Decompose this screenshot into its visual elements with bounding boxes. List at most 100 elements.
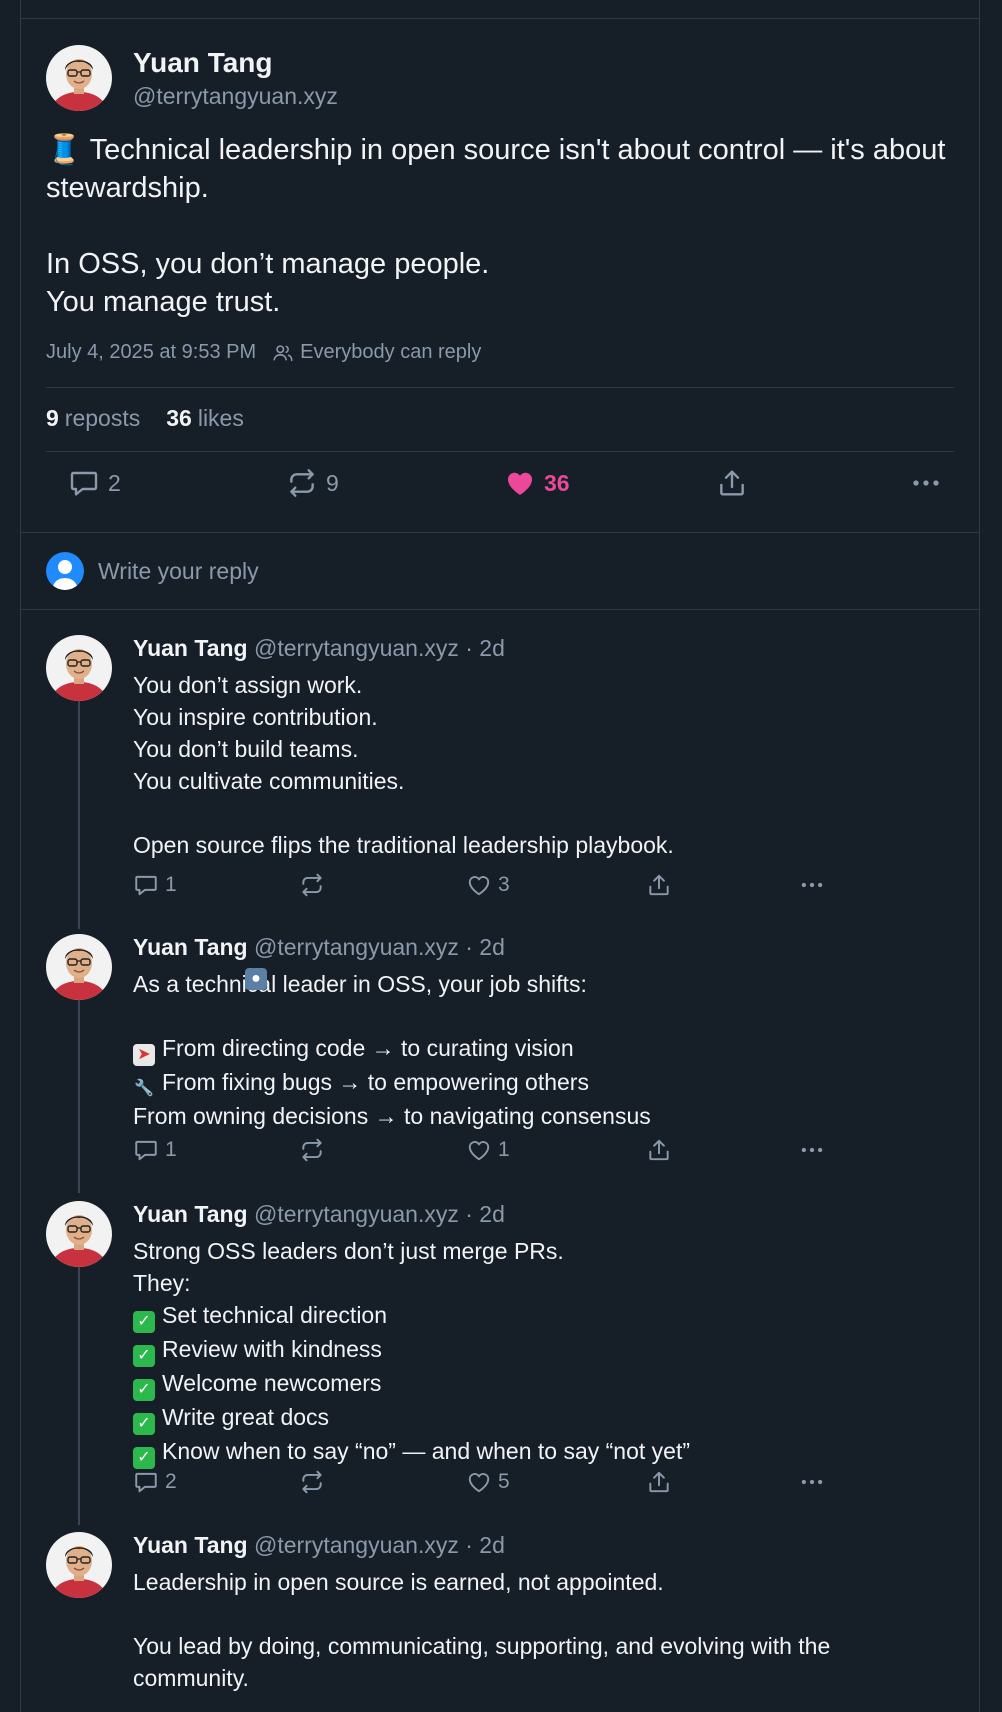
reply-text-line: ✓ Know when to say “no” — and when to say…	[133, 1435, 953, 1469]
reply-text-line: ✓ Write great docs	[133, 1401, 953, 1435]
share-icon	[716, 467, 748, 499]
more-options-button[interactable]	[798, 872, 826, 898]
reply-button[interactable]: 1	[133, 872, 177, 898]
reply-button[interactable]: 1	[133, 1137, 177, 1163]
avatar[interactable]	[46, 934, 112, 1000]
post-actions: 2 9 36	[46, 467, 954, 511]
repost-count: 9	[326, 469, 339, 496]
like-count: 5	[498, 1470, 510, 1493]
share-button[interactable]	[646, 1469, 672, 1495]
avatar[interactable]	[46, 1532, 112, 1598]
reply-text-line: Strong OSS leaders don’t just merge PRs.	[133, 1238, 564, 1264]
avatar[interactable]	[46, 45, 112, 111]
thread-line	[78, 1255, 80, 1525]
reply-count: 2	[108, 469, 121, 496]
reply-text-line: You don’t build teams.	[133, 736, 359, 762]
heart-icon	[504, 467, 536, 499]
wrench-icon: 🔧	[134, 1080, 154, 1097]
like-button[interactable]: 5	[466, 1469, 510, 1495]
share-button[interactable]	[716, 467, 748, 499]
share-button[interactable]	[646, 1137, 672, 1163]
repost-button[interactable]: 9	[286, 467, 339, 499]
reply-text-line: ✓ Review with kindness	[133, 1333, 953, 1367]
reply-header: Yuan Tang @terrytangyuan.xyz · 2d	[133, 1532, 505, 1559]
reply-count: 1	[165, 1138, 177, 1161]
divider	[21, 18, 979, 19]
divider	[46, 451, 954, 452]
engagement-stats: 9 reposts 36 likes	[46, 405, 270, 432]
share-icon	[646, 1469, 672, 1495]
reply-composer[interactable]: Write your reply	[46, 552, 259, 590]
check-mark-icon: ✓	[133, 1413, 155, 1435]
author-handle[interactable]: @terrytangyuan.xyz · 2d	[254, 1201, 505, 1227]
compass-icon: ➤	[133, 1044, 155, 1066]
post-text-line: In OSS, you don’t manage people.	[46, 248, 490, 280]
avatar[interactable]	[46, 635, 112, 701]
author-name[interactable]: Yuan Tang	[133, 934, 248, 960]
post-meta: July 4, 2025 at 9:53 PM Everybody can re…	[46, 341, 481, 364]
repost-button[interactable]	[299, 1137, 325, 1163]
reply-icon	[68, 467, 100, 499]
author-name[interactable]: Yuan Tang	[133, 1201, 248, 1227]
more-options-button[interactable]	[798, 1137, 826, 1163]
author-name[interactable]: Yuan Tang	[133, 635, 248, 661]
reply-count: 1	[165, 873, 177, 896]
author-handle[interactable]: @terrytangyuan.xyz	[133, 83, 338, 110]
post-timestamp[interactable]: July 4, 2025 at 9:53 PM	[46, 341, 256, 364]
divider	[21, 532, 979, 533]
reply-text-line: Leadership in open source is earned, not…	[133, 1569, 664, 1595]
reply-text-line: ● From owning decisions → to navigating c…	[133, 968, 651, 1129]
divider	[46, 387, 954, 388]
share-icon	[646, 1137, 672, 1163]
like-button[interactable]: 36	[504, 467, 570, 499]
reply-text-line: ➤ From directing code → to curating visio…	[133, 1032, 953, 1066]
likes-stat[interactable]: 36 likes	[166, 405, 244, 432]
heart-icon	[466, 1137, 492, 1163]
check-mark-icon: ✓	[133, 1345, 155, 1367]
reply-button[interactable]: 2	[133, 1469, 177, 1495]
reply-text-line: You inspire contribution.	[133, 704, 378, 730]
repost-button[interactable]	[299, 1469, 325, 1495]
post-text: 🧵 Technical leadership in open source is…	[46, 131, 966, 321]
author-handle[interactable]: @terrytangyuan.xyz · 2d	[254, 1532, 505, 1558]
repost-icon	[299, 872, 325, 898]
like-button[interactable]: 3	[466, 872, 510, 898]
like-count: 1	[498, 1138, 510, 1161]
reply-button[interactable]: 2	[68, 467, 121, 499]
reply-text-line: Open source flips the traditional leader…	[133, 832, 674, 858]
reply-text-line: 🔧 From fixing bugs → to empowering others	[133, 1066, 953, 1100]
reply-text-line: community.	[133, 1665, 249, 1691]
repost-icon	[299, 1469, 325, 1495]
avatar[interactable]	[46, 1201, 112, 1267]
author-name[interactable]: Yuan Tang	[133, 47, 273, 79]
people-icon	[272, 342, 294, 364]
reply-input-placeholder[interactable]: Write your reply	[98, 558, 259, 585]
more-dots-icon	[798, 1469, 826, 1495]
heart-icon	[466, 1469, 492, 1495]
share-icon	[646, 872, 672, 898]
repost-button[interactable]	[299, 872, 325, 898]
like-button[interactable]: 1	[466, 1137, 510, 1163]
reply-text-line: ✓ Welcome newcomers	[133, 1367, 953, 1401]
more-dots-icon	[798, 872, 826, 898]
post-text-line: You manage trust.	[46, 286, 281, 318]
reply-header: Yuan Tang @terrytangyuan.xyz · 2d	[133, 635, 505, 662]
check-mark-icon: ✓	[133, 1311, 155, 1333]
like-count: 36	[544, 469, 570, 496]
reply-text: Strong OSS leaders don’t just merge PRs.…	[133, 1235, 953, 1469]
share-button[interactable]	[646, 872, 672, 898]
reposts-stat[interactable]: 9 reposts	[46, 405, 140, 432]
reply-text: Leadership in open source is earned, not…	[133, 1566, 953, 1694]
reply-actions: 2 5	[133, 1469, 853, 1499]
reply-text-line: They:	[133, 1270, 191, 1296]
author-name[interactable]: Yuan Tang	[133, 1532, 248, 1558]
reply-actions: 1 1	[133, 1137, 853, 1167]
more-options-button[interactable]	[798, 1469, 826, 1495]
more-options-button[interactable]	[909, 467, 943, 499]
reply-icon	[133, 1469, 159, 1495]
repost-icon	[286, 467, 318, 499]
author-handle[interactable]: @terrytangyuan.xyz · 2d	[254, 635, 505, 661]
reply-header: Yuan Tang @terrytangyuan.xyz · 2d	[133, 1201, 505, 1228]
author-handle[interactable]: @terrytangyuan.xyz · 2d	[254, 934, 505, 960]
thread-line	[78, 689, 80, 929]
